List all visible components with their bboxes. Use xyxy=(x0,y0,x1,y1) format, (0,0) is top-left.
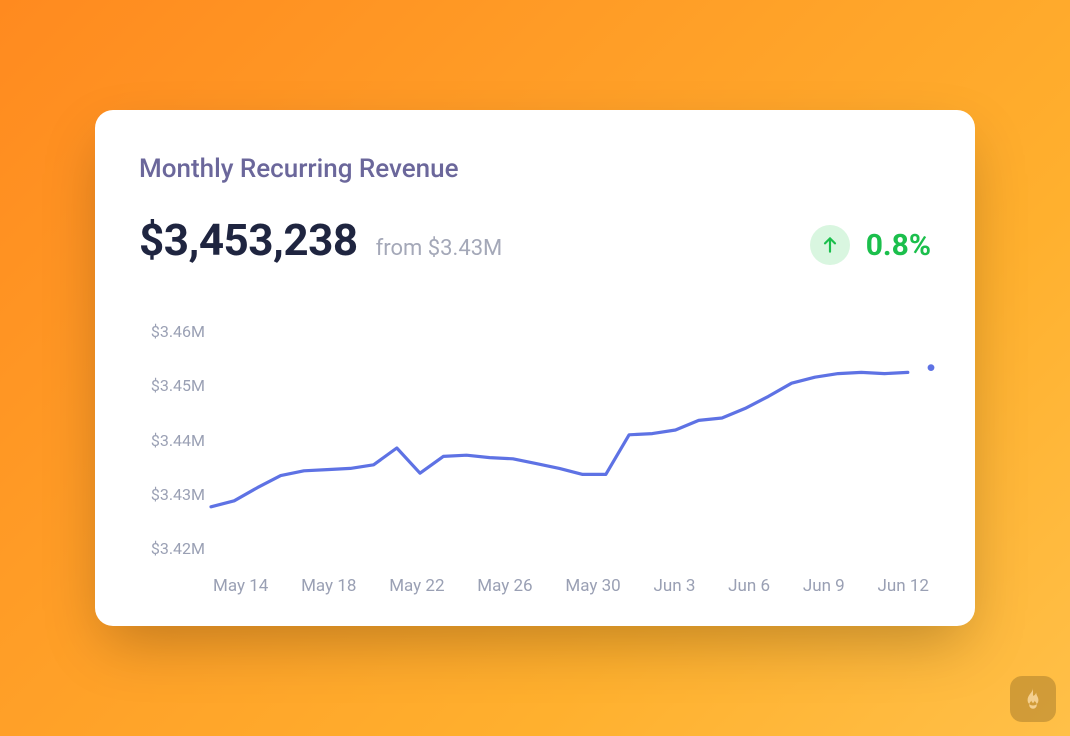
y-axis: $3.46M $3.45M $3.44M $3.43M $3.42M xyxy=(139,322,205,562)
x-tick: May 14 xyxy=(213,576,268,596)
x-tick: Jun 9 xyxy=(803,576,845,596)
x-tick: May 18 xyxy=(301,576,356,596)
x-tick: Jun 12 xyxy=(877,576,928,596)
change-percent: 0.8% xyxy=(866,228,931,263)
flame-icon xyxy=(1010,676,1056,722)
x-tick: Jun 3 xyxy=(653,576,695,596)
x-tick: May 22 xyxy=(389,576,444,596)
x-tick: May 26 xyxy=(477,576,532,596)
stat-left: $3,453,238 from $3.43M xyxy=(139,214,502,266)
mrr-line xyxy=(211,372,908,506)
y-tick: $3.45M xyxy=(139,376,205,395)
x-tick: Jun 6 xyxy=(728,576,770,596)
last-point-dot xyxy=(928,364,935,371)
mrr-card: Monthly Recurring Revenue $3,453,238 fro… xyxy=(95,110,975,626)
stat-row: $3,453,238 from $3.43M 0.8% xyxy=(139,214,931,266)
previous-value-text: from $3.43M xyxy=(376,236,503,261)
y-tick: $3.46M xyxy=(139,322,205,341)
y-tick: $3.44M xyxy=(139,431,205,450)
change-indicator: 0.8% xyxy=(810,225,931,265)
plot-area xyxy=(211,322,931,562)
x-axis: May 14 May 18 May 22 May 26 May 30 Jun 3 Jun 6… xyxy=(211,576,931,596)
y-tick: $3.43M xyxy=(139,485,205,504)
arrow-up-icon xyxy=(810,225,850,265)
chart: $3.46M$3.45M$3.44M$3.43M$3.42M May 14May… xyxy=(139,322,931,596)
y-tick: $3.42M xyxy=(139,539,205,558)
card-title: Monthly Recurring Revenue xyxy=(139,154,931,184)
current-value: $3,453,238 xyxy=(139,214,358,266)
x-tick: May 30 xyxy=(565,576,620,596)
